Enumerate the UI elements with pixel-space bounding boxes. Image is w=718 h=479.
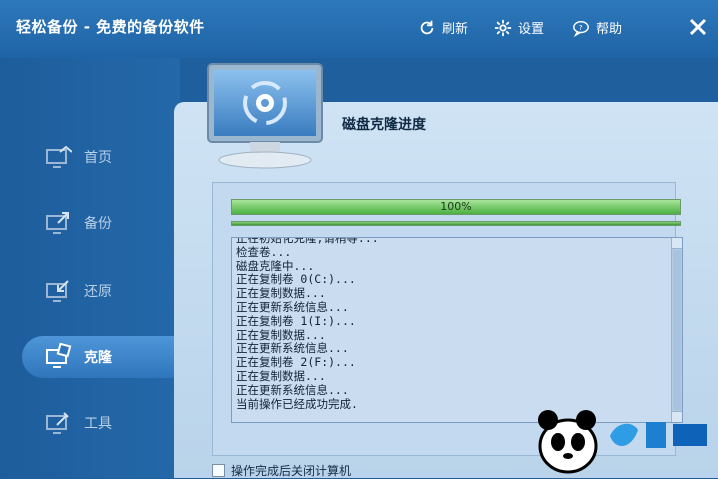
tools-monitor-icon xyxy=(46,412,69,434)
sidebar-item-label: 备份 xyxy=(84,216,112,232)
refresh-label: 刷新 xyxy=(442,22,469,37)
sidebar: 首页 备份 还原 克隆 工具 xyxy=(0,58,182,478)
log-line: 正在初始化克隆,请稍等... xyxy=(236,237,379,245)
sidebar-item-restore[interactable]: 还原 xyxy=(22,270,180,312)
page-title: 磁盘克隆进度 xyxy=(342,117,426,133)
log-line: 正在复制数据... xyxy=(236,368,326,383)
backup-monitor-icon xyxy=(46,212,69,234)
sidebar-item-clone[interactable]: 克隆 xyxy=(22,336,182,378)
app-title: 轻松备份 - 免费的备份软件 xyxy=(16,18,205,36)
progress-bar: 100% xyxy=(231,199,681,215)
help-label: 帮助 xyxy=(596,22,623,37)
log-line: 正在更新系统信息... xyxy=(236,341,349,356)
log-line: 正在复制卷 0(C:)... xyxy=(236,272,356,287)
progress-label: 100% xyxy=(440,200,472,213)
log-line: 检查卷... xyxy=(236,244,292,259)
sidebar-item-label: 还原 xyxy=(84,284,112,300)
sidebar-item-tools[interactable]: 工具 xyxy=(22,402,180,444)
log-box: 正在初始化克隆,请稍等... 检查卷... 磁盘克隆中... 正在复制卷 0(C:).… xyxy=(231,237,683,423)
log-line: 正在更新系统信息... xyxy=(236,299,349,314)
log-line: 正在复制卷 1(I:)... xyxy=(236,313,356,328)
sidebar-item-label: 克隆 xyxy=(84,350,112,366)
shutdown-option-label: 操作完成后关闭计算机 xyxy=(231,464,352,478)
close-icon[interactable] xyxy=(686,12,710,40)
sidebar-item-label: 首页 xyxy=(84,150,112,166)
log-scrollbar[interactable] xyxy=(671,238,682,422)
watermark-panda-logo xyxy=(538,410,707,474)
log-line: 正在复制数据... xyxy=(236,286,326,301)
settings-button[interactable]: 设置 xyxy=(494,18,544,37)
log-line: 正在复制卷 2(F:)... xyxy=(236,355,356,370)
sidebar-item-label: 工具 xyxy=(84,416,112,432)
scroll-thumb[interactable] xyxy=(673,250,681,410)
home-monitor-icon xyxy=(46,145,72,168)
clone-monitor-icon xyxy=(46,343,72,368)
help-button[interactable]: ? 帮助 xyxy=(572,18,622,37)
refresh-icon xyxy=(420,20,434,34)
settings-label: 设置 xyxy=(518,22,545,37)
title-bar: 轻松备份 - 免费的备份软件 刷新 设置 ? 帮助 xyxy=(0,0,718,58)
log-line: 正在复制数据... xyxy=(236,327,326,342)
gear-icon xyxy=(494,19,512,36)
clone-monitor-illustration xyxy=(207,63,323,169)
log-line: 正在更新系统信息... xyxy=(236,382,349,397)
svg-text:?: ? xyxy=(579,22,583,31)
restore-monitor-icon xyxy=(46,280,69,302)
help-icon: ? xyxy=(573,20,589,37)
sidebar-item-home[interactable]: 首页 xyxy=(22,136,180,178)
refresh-button[interactable]: 刷新 xyxy=(418,18,468,37)
sidebar-item-backup[interactable]: 备份 xyxy=(22,202,180,244)
log-lines: 正在初始化克隆,请稍等... 检查卷... 磁盘克隆中... 正在复制卷 0(C:).… xyxy=(236,237,666,411)
log-line: 磁盘克隆中... xyxy=(236,258,315,273)
shutdown-checkbox[interactable] xyxy=(212,464,225,477)
shutdown-option-row: 操作完成后关闭计算机 xyxy=(212,462,351,479)
scroll-up-button[interactable] xyxy=(672,238,682,249)
progress-bar-secondary xyxy=(231,221,681,226)
